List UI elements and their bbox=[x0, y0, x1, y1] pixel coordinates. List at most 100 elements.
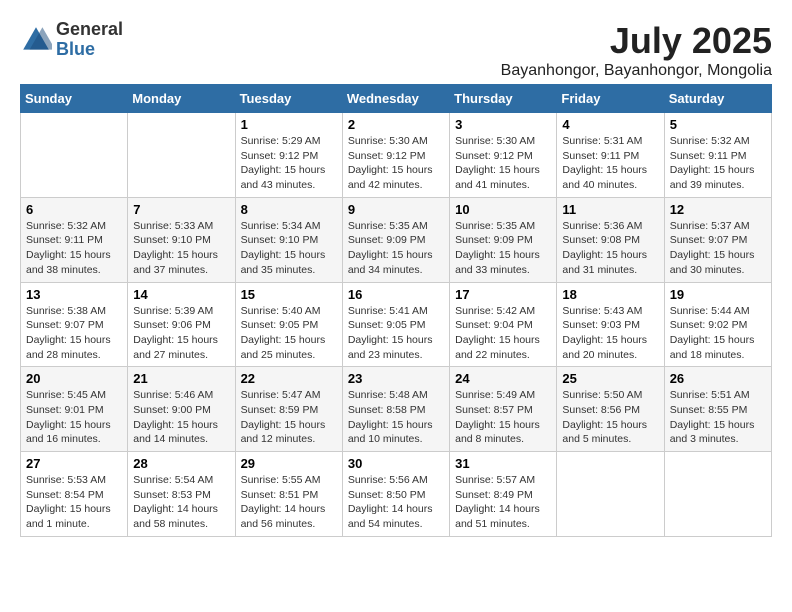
calendar-cell: 5 Sunrise: 5:32 AMSunset: 9:11 PMDaylight… bbox=[664, 113, 771, 198]
calendar-header-cell: Sunday bbox=[21, 85, 128, 113]
calendar-cell: 29Sunrise: 5:55 AMSunset: 8:51 PMDayligh… bbox=[235, 452, 342, 537]
calendar-cell: 7Sunrise: 5:33 AMSunset: 9:10 PMDaylight… bbox=[128, 197, 235, 282]
day-info: Sunrise: 5:31 AMSunset: 9:11 PMDaylight:… bbox=[562, 134, 658, 193]
calendar-cell: 9 Sunrise: 5:35 AMSunset: 9:09 PMDaylight… bbox=[342, 197, 449, 282]
day-info: Sunrise: 5:29 AMSunset: 9:12 PMDaylight:… bbox=[241, 134, 337, 193]
calendar-cell: 13 Sunrise: 5:38 AMSunset: 9:07 PMDayligh… bbox=[21, 282, 128, 367]
day-number: 5 bbox=[670, 117, 766, 132]
day-info: Sunrise: 5:49 AMSunset: 8:57 PMDaylight:… bbox=[455, 388, 551, 447]
day-number: 28 bbox=[133, 456, 229, 471]
day-info: Sunrise: 5:35 AMSunset: 9:09 PMDaylight:… bbox=[455, 219, 551, 278]
day-number: 23 bbox=[348, 371, 444, 386]
day-info: Sunrise: 5:56 AMSunset: 8:50 PMDaylight:… bbox=[348, 473, 444, 532]
day-info: Sunrise: 5:45 AMSunset: 9:01 PMDaylight:… bbox=[26, 388, 122, 447]
day-info: Sunrise: 5:54 AMSunset: 8:53 PMDaylight:… bbox=[133, 473, 229, 532]
calendar-week-row: 27 Sunrise: 5:53 AMSunset: 8:54 PMDayligh… bbox=[21, 452, 772, 537]
calendar-header-cell: Thursday bbox=[450, 85, 557, 113]
logo-text: General Blue bbox=[56, 20, 123, 60]
calendar-cell: 8 Sunrise: 5:34 AMSunset: 9:10 PMDaylight… bbox=[235, 197, 342, 282]
day-info: Sunrise: 5:30 AMSunset: 9:12 PMDaylight:… bbox=[455, 134, 551, 193]
day-info: Sunrise: 5:46 AMSunset: 9:00 PMDaylight:… bbox=[133, 388, 229, 447]
calendar-cell: 14Sunrise: 5:39 AMSunset: 9:06 PMDayligh… bbox=[128, 282, 235, 367]
day-info: Sunrise: 5:32 AMSunset: 9:11 PMDaylight:… bbox=[26, 219, 122, 278]
day-info: Sunrise: 5:53 AMSunset: 8:54 PMDaylight:… bbox=[26, 473, 122, 532]
day-info: Sunrise: 5:36 AMSunset: 9:08 PMDaylight:… bbox=[562, 219, 658, 278]
calendar-cell: 10Sunrise: 5:35 AMSunset: 9:09 PMDayligh… bbox=[450, 197, 557, 282]
calendar-cell: 22 Sunrise: 5:47 AMSunset: 8:59 PMDayligh… bbox=[235, 367, 342, 452]
day-info: Sunrise: 5:55 AMSunset: 8:51 PMDaylight:… bbox=[241, 473, 337, 532]
calendar-cell: 30 Sunrise: 5:56 AMSunset: 8:50 PMDayligh… bbox=[342, 452, 449, 537]
logo-icon bbox=[20, 24, 52, 56]
day-number: 22 bbox=[241, 371, 337, 386]
day-info: Sunrise: 5:41 AMSunset: 9:05 PMDaylight:… bbox=[348, 304, 444, 363]
calendar-cell: 21 Sunrise: 5:46 AMSunset: 9:00 PMDayligh… bbox=[128, 367, 235, 452]
day-number: 27 bbox=[26, 456, 122, 471]
calendar-week-row: 6 Sunrise: 5:32 AMSunset: 9:11 PMDaylight… bbox=[21, 197, 772, 282]
calendar-header-cell: Saturday bbox=[664, 85, 771, 113]
calendar-cell: 11 Sunrise: 5:36 AMSunset: 9:08 PMDayligh… bbox=[557, 197, 664, 282]
calendar-header-cell: Tuesday bbox=[235, 85, 342, 113]
page-header: General Blue July 2025 Bayanhongor, Baya… bbox=[20, 20, 772, 80]
calendar-cell: 15 Sunrise: 5:40 AMSunset: 9:05 PMDayligh… bbox=[235, 282, 342, 367]
calendar-cell: 3 Sunrise: 5:30 AMSunset: 9:12 PMDaylight… bbox=[450, 113, 557, 198]
calendar-cell: 28 Sunrise: 5:54 AMSunset: 8:53 PMDayligh… bbox=[128, 452, 235, 537]
calendar-header-cell: Wednesday bbox=[342, 85, 449, 113]
calendar-cell: 18 Sunrise: 5:43 AMSunset: 9:03 PMDayligh… bbox=[557, 282, 664, 367]
calendar-week-row: 1 Sunrise: 5:29 AMSunset: 9:12 PMDaylight… bbox=[21, 113, 772, 198]
day-number: 2 bbox=[348, 117, 444, 132]
day-number: 7 bbox=[133, 202, 229, 217]
day-number: 6 bbox=[26, 202, 122, 217]
calendar-week-row: 13 Sunrise: 5:38 AMSunset: 9:07 PMDayligh… bbox=[21, 282, 772, 367]
location-title: Bayanhongor, Bayanhongor, Mongolia bbox=[501, 62, 772, 80]
day-number: 16 bbox=[348, 287, 444, 302]
calendar-header-row: SundayMondayTuesdayWednesdayThursdayFrid… bbox=[21, 85, 772, 113]
day-number: 25 bbox=[562, 371, 658, 386]
day-info: Sunrise: 5:48 AMSunset: 8:58 PMDaylight:… bbox=[348, 388, 444, 447]
calendar-cell: 27 Sunrise: 5:53 AMSunset: 8:54 PMDayligh… bbox=[21, 452, 128, 537]
day-number: 30 bbox=[348, 456, 444, 471]
calendar-cell: 2 Sunrise: 5:30 AMSunset: 9:12 PMDaylight… bbox=[342, 113, 449, 198]
day-info: Sunrise: 5:40 AMSunset: 9:05 PMDaylight:… bbox=[241, 304, 337, 363]
day-info: Sunrise: 5:30 AMSunset: 9:12 PMDaylight:… bbox=[348, 134, 444, 193]
calendar-cell: 6 Sunrise: 5:32 AMSunset: 9:11 PMDaylight… bbox=[21, 197, 128, 282]
calendar-cell bbox=[128, 113, 235, 198]
calendar-cell: 31 Sunrise: 5:57 AMSunset: 8:49 PMDayligh… bbox=[450, 452, 557, 537]
day-info: Sunrise: 5:47 AMSunset: 8:59 PMDaylight:… bbox=[241, 388, 337, 447]
calendar-cell: 16 Sunrise: 5:41 AMSunset: 9:05 PMDayligh… bbox=[342, 282, 449, 367]
day-number: 3 bbox=[455, 117, 551, 132]
day-number: 24 bbox=[455, 371, 551, 386]
calendar-cell: 1 Sunrise: 5:29 AMSunset: 9:12 PMDaylight… bbox=[235, 113, 342, 198]
calendar-cell: 23 Sunrise: 5:48 AMSunset: 8:58 PMDayligh… bbox=[342, 367, 449, 452]
day-info: Sunrise: 5:42 AMSunset: 9:04 PMDaylight:… bbox=[455, 304, 551, 363]
day-number: 31 bbox=[455, 456, 551, 471]
day-number: 26 bbox=[670, 371, 766, 386]
day-info: Sunrise: 5:35 AMSunset: 9:09 PMDaylight:… bbox=[348, 219, 444, 278]
day-number: 19 bbox=[670, 287, 766, 302]
day-number: 15 bbox=[241, 287, 337, 302]
logo-blue-text: Blue bbox=[56, 39, 95, 59]
day-number: 11 bbox=[562, 202, 658, 217]
title-block: July 2025 Bayanhongor, Bayanhongor, Mong… bbox=[501, 20, 772, 80]
day-number: 13 bbox=[26, 287, 122, 302]
day-info: Sunrise: 5:32 AMSunset: 9:11 PMDaylight:… bbox=[670, 134, 766, 193]
day-number: 9 bbox=[348, 202, 444, 217]
logo-general-text: General bbox=[56, 19, 123, 39]
calendar-cell bbox=[664, 452, 771, 537]
day-number: 21 bbox=[133, 371, 229, 386]
day-number: 14 bbox=[133, 287, 229, 302]
day-number: 12 bbox=[670, 202, 766, 217]
calendar-week-row: 20Sunrise: 5:45 AMSunset: 9:01 PMDayligh… bbox=[21, 367, 772, 452]
calendar-cell: 20Sunrise: 5:45 AMSunset: 9:01 PMDayligh… bbox=[21, 367, 128, 452]
calendar-cell: 17Sunrise: 5:42 AMSunset: 9:04 PMDayligh… bbox=[450, 282, 557, 367]
day-info: Sunrise: 5:57 AMSunset: 8:49 PMDaylight:… bbox=[455, 473, 551, 532]
calendar-cell: 26Sunrise: 5:51 AMSunset: 8:55 PMDayligh… bbox=[664, 367, 771, 452]
day-number: 8 bbox=[241, 202, 337, 217]
day-info: Sunrise: 5:44 AMSunset: 9:02 PMDaylight:… bbox=[670, 304, 766, 363]
day-info: Sunrise: 5:43 AMSunset: 9:03 PMDaylight:… bbox=[562, 304, 658, 363]
day-number: 18 bbox=[562, 287, 658, 302]
day-info: Sunrise: 5:38 AMSunset: 9:07 PMDaylight:… bbox=[26, 304, 122, 363]
day-info: Sunrise: 5:34 AMSunset: 9:10 PMDaylight:… bbox=[241, 219, 337, 278]
day-number: 1 bbox=[241, 117, 337, 132]
calendar-cell: 19 Sunrise: 5:44 AMSunset: 9:02 PMDayligh… bbox=[664, 282, 771, 367]
calendar-header-cell: Monday bbox=[128, 85, 235, 113]
